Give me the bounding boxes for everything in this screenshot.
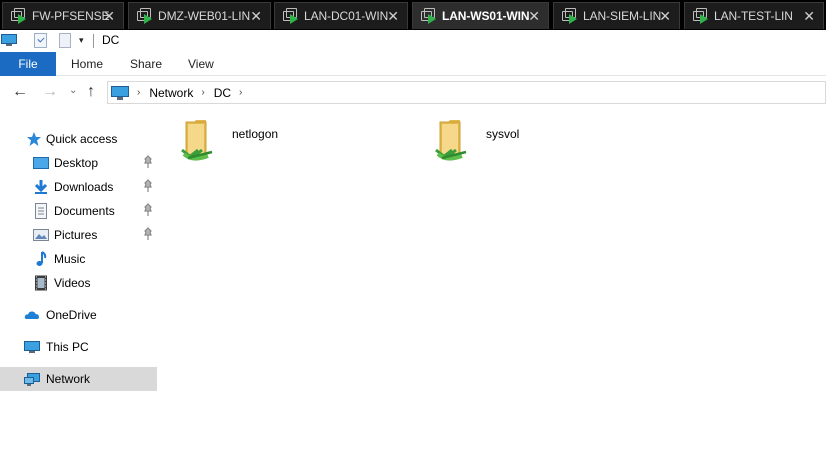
- vm-running-icon: [692, 8, 708, 24]
- music-icon: [36, 251, 47, 266]
- vm-tab-label: LAN-TEST-LIN: [714, 9, 793, 23]
- sidebar-item-onedrive[interactable]: OneDrive: [0, 303, 157, 327]
- sidebar-item-label: This PC: [46, 340, 89, 354]
- vm-tab-label: LAN-DC01-WIN: [304, 9, 389, 23]
- sidebar-item-network[interactable]: Network: [0, 367, 157, 391]
- sidebar-item-documents[interactable]: Documents: [0, 199, 157, 223]
- breadcrumb-separator: ›: [239, 87, 243, 98]
- pin-icon[interactable]: [142, 179, 154, 193]
- sidebar-item-quick-access[interactable]: Quick access: [0, 127, 157, 151]
- sidebar-item-downloads[interactable]: Downloads: [0, 175, 157, 199]
- tab-home[interactable]: Home: [71, 52, 103, 76]
- share-item-netlogon[interactable]: netlogon: [180, 118, 380, 170]
- share-name: netlogon: [232, 127, 279, 141]
- breadcrumb-separator: ›: [137, 87, 141, 98]
- sidebar-item-label: Network: [46, 372, 91, 386]
- close-icon[interactable]: ✕: [528, 8, 540, 24]
- properties-icon[interactable]: [34, 33, 47, 48]
- forward-button[interactable]: →: [42, 82, 58, 102]
- vm-tab-lan-dc01-win[interactable]: LAN-DC01-WIN ✕: [274, 2, 408, 29]
- address-bar[interactable]: › Network › DC ›: [107, 81, 826, 104]
- breadcrumb-separator: ›: [201, 87, 205, 98]
- documents-icon: [35, 203, 47, 219]
- computer-icon: [111, 85, 129, 100]
- network-icon: [24, 373, 40, 386]
- sidebar-item-pictures[interactable]: Pictures: [0, 223, 157, 247]
- vm-tab-lan-siem-lin[interactable]: LAN-SIEM-LIN ✕: [553, 2, 680, 29]
- quick-access-toolbar: ▾ DC: [0, 30, 826, 52]
- sidebar-item-label: Quick access: [46, 132, 118, 146]
- vm-tab-label: LAN-SIEM-LIN: [583, 9, 662, 23]
- up-button[interactable]: ↑: [87, 82, 95, 102]
- vm-tab-lan-ws01-win[interactable]: LAN-WS01-WIN ✕: [412, 2, 549, 29]
- close-icon[interactable]: ✕: [250, 8, 262, 24]
- sidebar-item-this-pc[interactable]: This PC: [0, 335, 157, 359]
- breadcrumb-dc[interactable]: DC: [214, 86, 231, 100]
- recent-locations-button[interactable]: ⌄: [69, 81, 77, 101]
- tab-file[interactable]: File: [0, 52, 56, 76]
- vm-running-icon: [420, 8, 436, 24]
- share-item-sysvol[interactable]: sysvol: [434, 118, 634, 170]
- pictures-icon: [33, 229, 49, 241]
- downloads-icon: [34, 180, 48, 194]
- vm-tab-dmz-web01-lin[interactable]: DMZ-WEB01-LIN ✕: [128, 2, 271, 29]
- computer-icon: [24, 341, 40, 353]
- back-button[interactable]: ←: [12, 82, 28, 102]
- navigation-bar: ← → ⌄ ↑ › Network › DC ›: [0, 76, 826, 110]
- vm-tab-fw-pfsense[interactable]: FW-PFSENSE ✕: [2, 2, 124, 29]
- videos-icon: [35, 275, 47, 291]
- breadcrumb-network[interactable]: Network: [149, 86, 193, 100]
- sidebar-item-label: Documents: [54, 204, 115, 218]
- share-name: sysvol: [486, 127, 520, 141]
- window-title: DC: [102, 33, 120, 47]
- sidebar-item-label: Music: [54, 252, 86, 266]
- navigation-pane: Quick access Desktop Downloads Documents: [0, 110, 160, 476]
- close-icon[interactable]: ✕: [387, 8, 399, 24]
- pin-icon[interactable]: [142, 227, 154, 241]
- file-list: netlogon sysvol: [160, 110, 826, 476]
- desktop-icon: [33, 157, 49, 169]
- vm-tab-label: DMZ-WEB01-LIN: [158, 9, 251, 23]
- sidebar-item-label: Pictures: [54, 228, 98, 242]
- vm-running-icon: [282, 8, 298, 24]
- tab-view[interactable]: View: [188, 52, 214, 76]
- vm-tab-lan-test-lin[interactable]: LAN-TEST-LIN ✕: [684, 2, 824, 29]
- sidebar-item-label: OneDrive: [46, 308, 97, 322]
- sidebar-item-label: Videos: [54, 276, 91, 290]
- pin-icon[interactable]: [142, 203, 154, 217]
- onedrive-icon: [24, 311, 39, 319]
- close-icon[interactable]: ✕: [803, 8, 815, 24]
- close-icon[interactable]: ✕: [103, 8, 115, 24]
- sidebar-item-videos[interactable]: Videos: [0, 271, 157, 295]
- sidebar-item-label: Downloads: [54, 180, 114, 194]
- ribbon-tabs: File Home Share View: [0, 52, 826, 76]
- shared-folder-icon: [435, 120, 467, 161]
- divider: [93, 34, 94, 48]
- tab-share[interactable]: Share: [130, 52, 162, 76]
- vm-tab-bar: FW-PFSENSE ✕ DMZ-WEB01-LIN ✕ LAN-DC01-WI…: [0, 0, 826, 30]
- vm-running-icon: [561, 8, 577, 24]
- sidebar-item-label: Desktop: [54, 156, 99, 170]
- shared-folder-icon: [181, 120, 213, 161]
- pin-icon[interactable]: [142, 155, 154, 169]
- sidebar-item-music[interactable]: Music: [0, 247, 157, 271]
- vm-tab-label: LAN-WS01-WIN: [442, 9, 530, 23]
- star-icon: [27, 132, 41, 146]
- vm-tab-label: FW-PFSENSE: [32, 9, 110, 23]
- computer-icon: [1, 34, 17, 46]
- new-folder-icon[interactable]: [59, 33, 71, 48]
- close-icon[interactable]: ✕: [659, 8, 671, 24]
- customize-toolbar-icon[interactable]: ▾: [79, 35, 84, 46]
- vm-running-icon: [10, 8, 26, 24]
- sidebar-item-desktop[interactable]: Desktop: [0, 151, 157, 175]
- vm-running-icon: [136, 8, 152, 24]
